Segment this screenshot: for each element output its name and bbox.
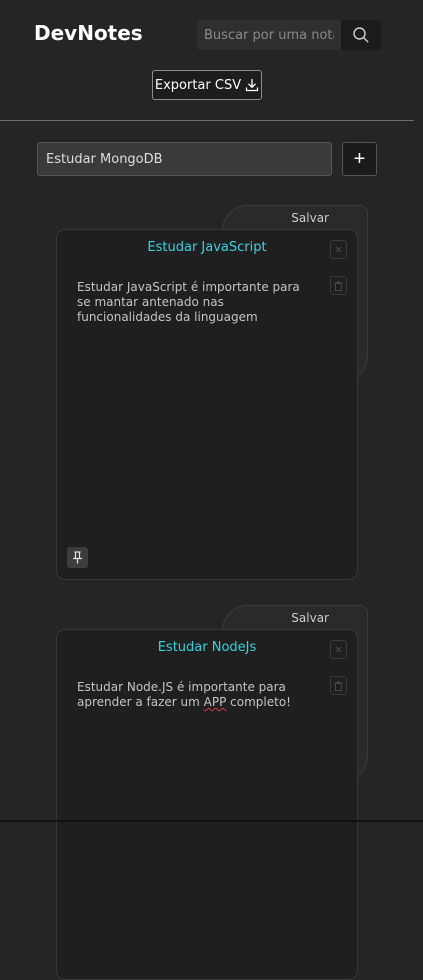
- trash-icon: [334, 280, 343, 291]
- save-button-label[interactable]: Salvar: [291, 211, 329, 225]
- note-title[interactable]: Estudar NodeJs: [57, 640, 357, 655]
- note-body[interactable]: Estudar Node.JS é importante para aprend…: [77, 680, 302, 710]
- note-body-text-end: completo!: [226, 695, 291, 709]
- note-body[interactable]: Estudar JavaScript é importante para se …: [77, 280, 302, 325]
- save-button-label[interactable]: Salvar: [291, 611, 329, 625]
- app-title: DevNotes: [34, 21, 143, 45]
- header-divider: [0, 120, 414, 121]
- pin-note-button[interactable]: [67, 547, 88, 568]
- export-csv-button[interactable]: Exportar CSV: [152, 70, 262, 100]
- new-note-input[interactable]: [37, 142, 332, 176]
- search-button[interactable]: [341, 20, 381, 50]
- note-title[interactable]: Estudar JavaScript: [57, 240, 357, 255]
- download-icon: [245, 79, 259, 92]
- search-input[interactable]: [197, 20, 341, 50]
- search-icon: [353, 27, 369, 43]
- delete-note-button[interactable]: [330, 276, 347, 295]
- trash-icon: [334, 680, 343, 691]
- close-note-button[interactable]: [330, 640, 347, 659]
- pin-icon: [73, 551, 82, 564]
- add-note-button[interactable]: +: [342, 142, 377, 176]
- note-card: Estudar JavaScript Estudar JavaScript é …: [56, 229, 358, 580]
- export-csv-label: Exportar CSV: [154, 77, 242, 93]
- note-body-misspelled-word: APP: [203, 695, 227, 709]
- note-card: Estudar NodeJs Estudar Node.JS é importa…: [56, 629, 358, 980]
- delete-note-button[interactable]: [330, 676, 347, 695]
- search-box: [197, 20, 381, 50]
- close-icon: [335, 646, 342, 653]
- close-note-button[interactable]: [330, 240, 347, 259]
- close-icon: [335, 246, 342, 253]
